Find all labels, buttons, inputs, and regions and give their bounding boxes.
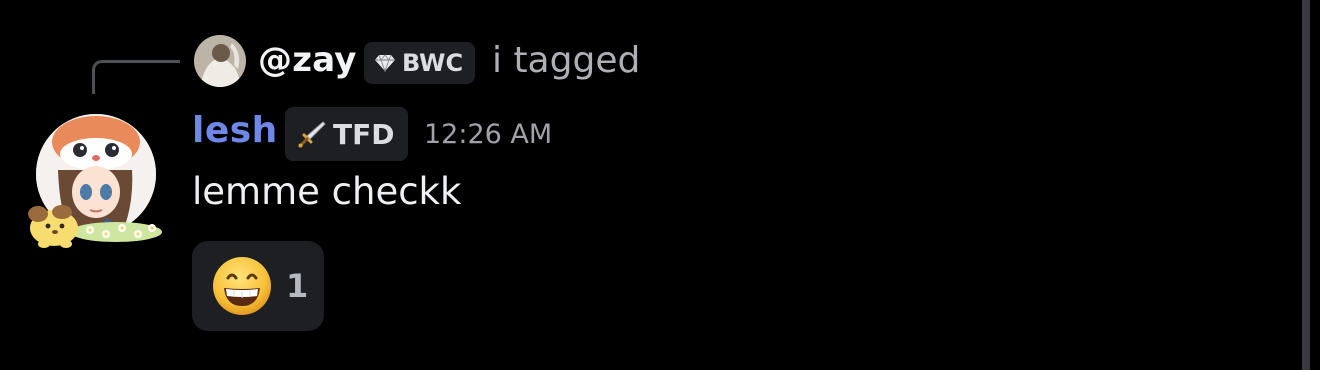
author-tag-label: TFD [333,117,395,151]
scrollbar[interactable] [1302,0,1310,370]
reply-server-tag[interactable]: BWC [364,42,476,84]
avatar-decoration [28,205,162,248]
reply-connector [92,60,180,94]
reply-preview-text[interactable]: i tagged [492,40,640,81]
sword-icon [298,121,326,148]
reply-username[interactable]: @zay [258,40,357,80]
reply-avatar-image [194,35,246,87]
reply-avatar[interactable] [194,35,246,87]
reply-tag-label: BWC [402,49,464,77]
message-content[interactable]: lemme checkk [192,170,461,213]
author-name[interactable]: lesh [192,110,278,151]
reaction-button[interactable]: 1 [192,241,324,331]
reaction-count: 1 [286,267,309,305]
message-timestamp: 12:26 AM [424,119,553,150]
grinning-face-icon [213,257,271,315]
diamond-icon [375,54,395,72]
author-server-tag[interactable]: TFD [285,107,409,161]
message-view: @zay BWC i tagged lesh TFD 12:26 AM lemm… [0,0,1320,370]
